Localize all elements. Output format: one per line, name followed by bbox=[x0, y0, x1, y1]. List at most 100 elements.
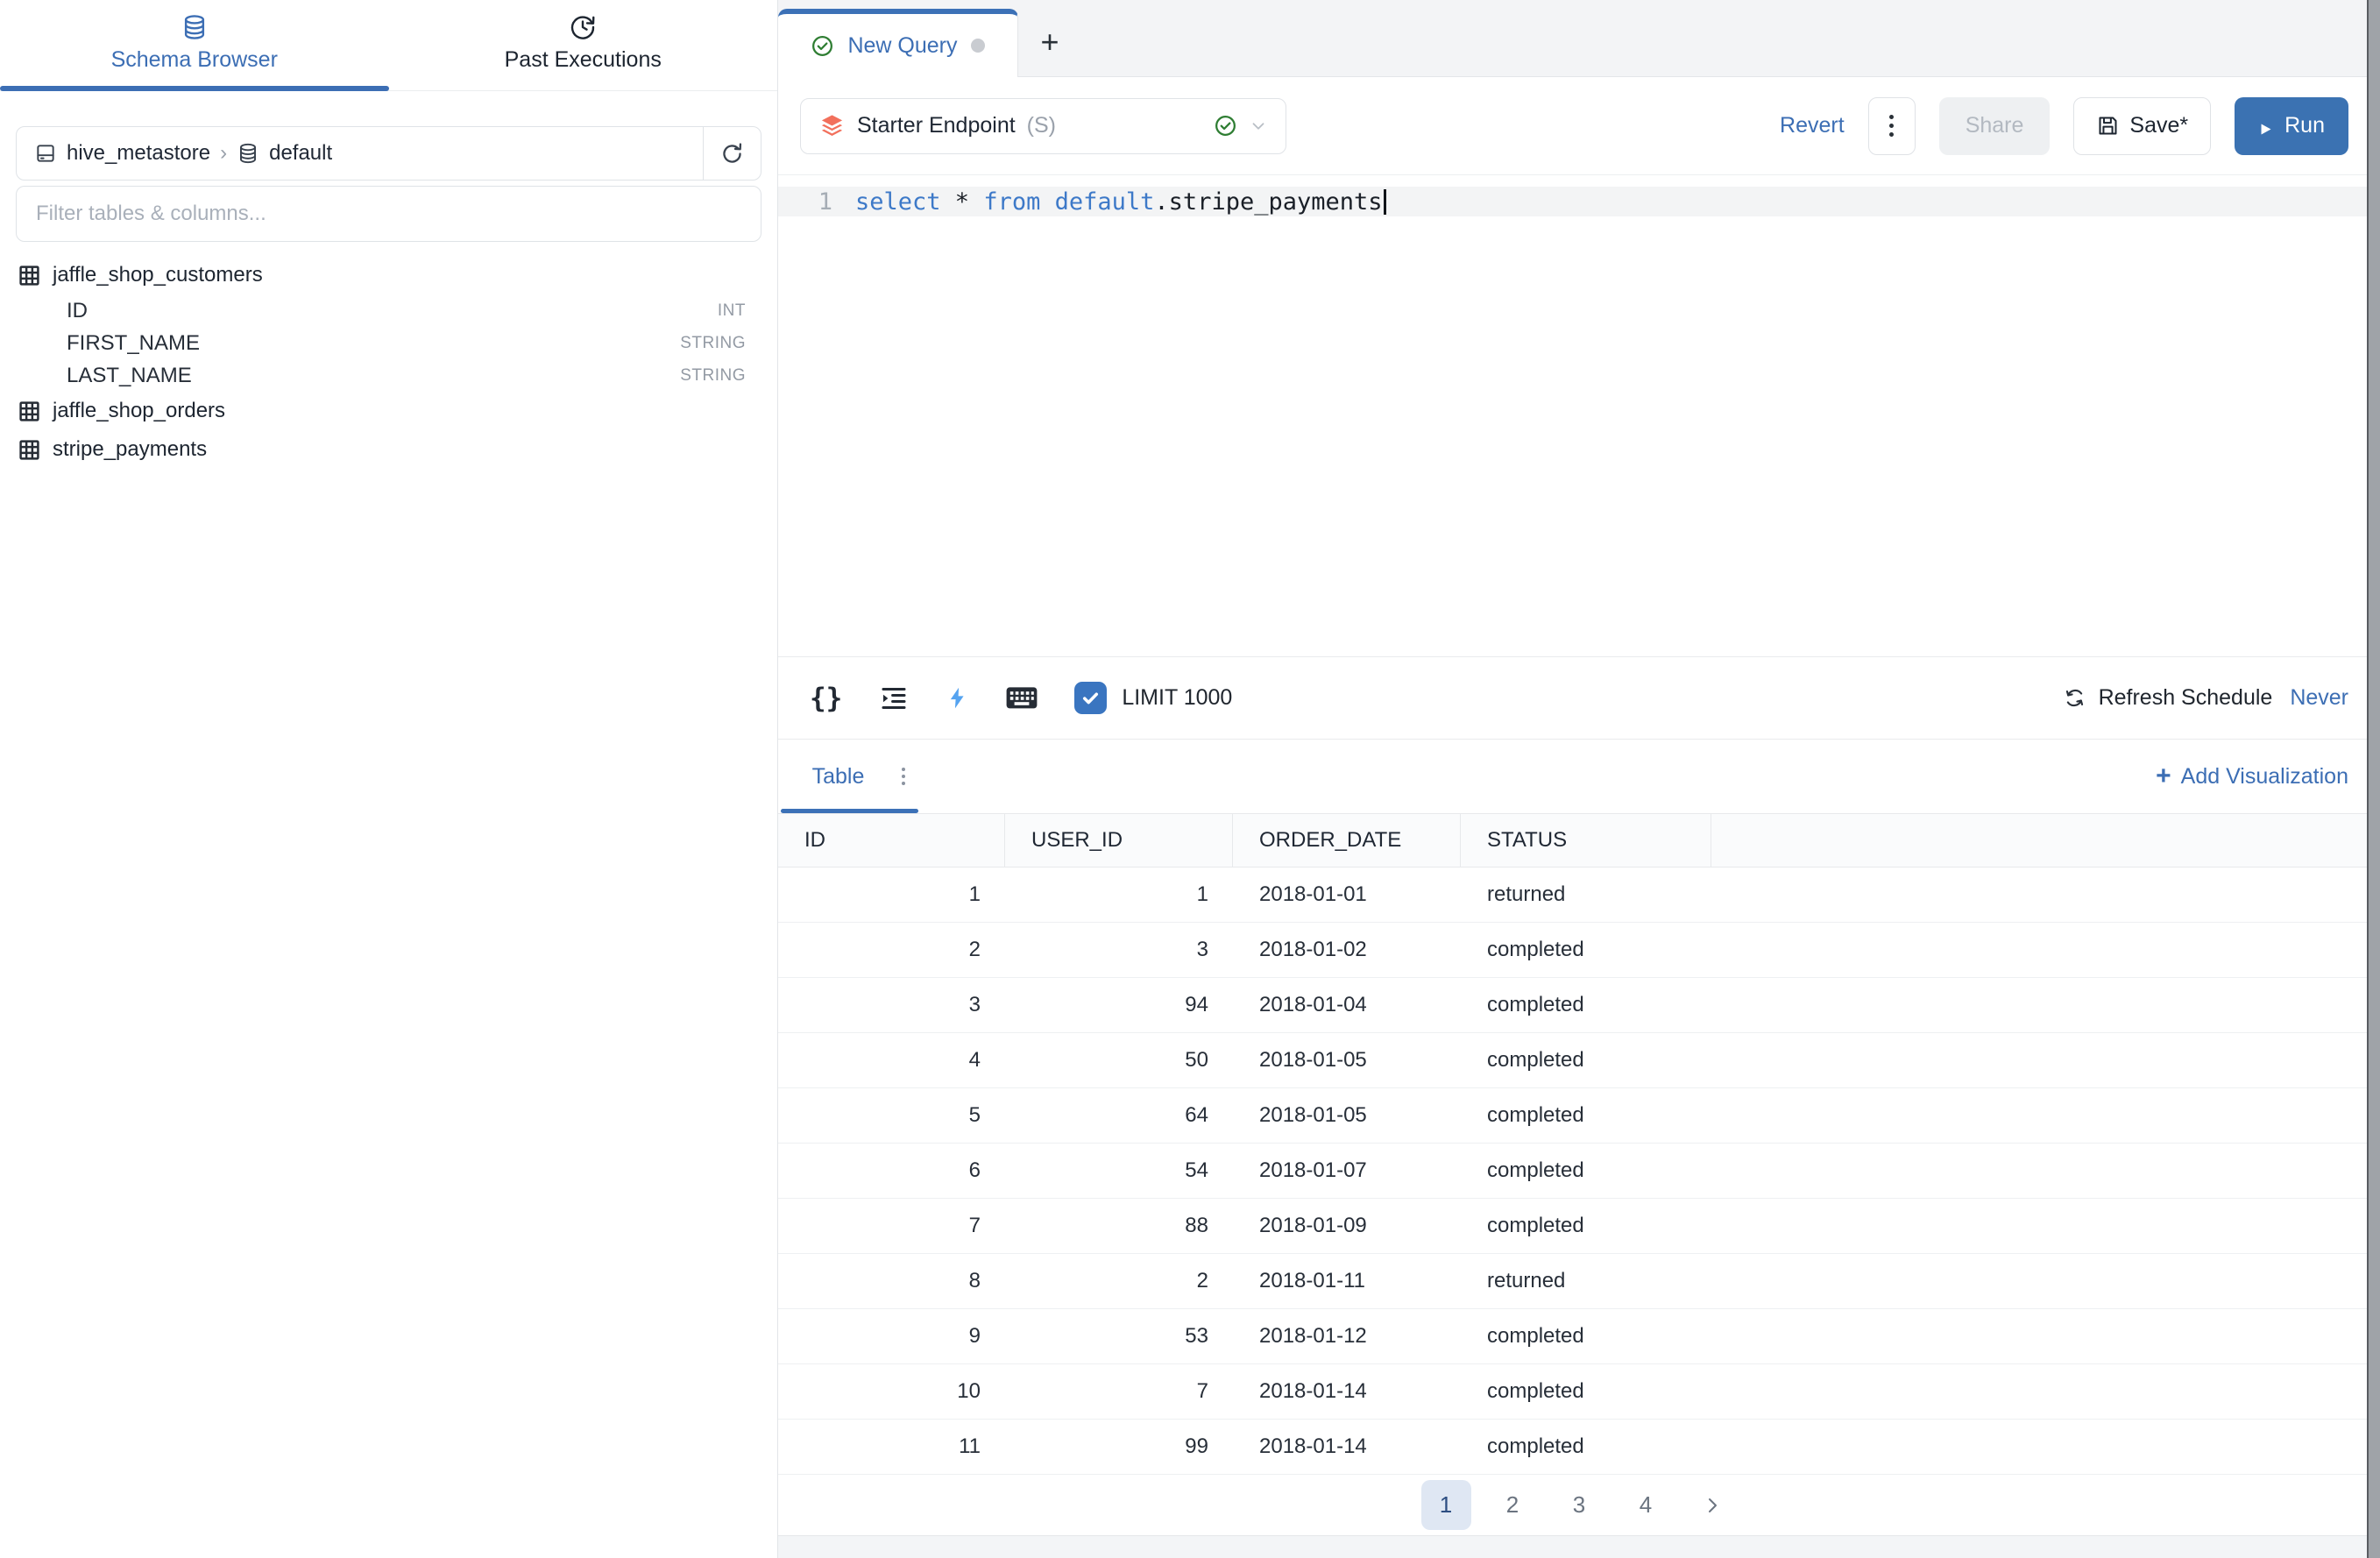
breadcrumb-catalog[interactable]: hive_metastore bbox=[67, 141, 210, 166]
autocomplete-lightning-icon[interactable] bbox=[946, 686, 969, 710]
sidebar-body: hive_metastore › default bbox=[0, 91, 777, 1558]
table-cell: 2 bbox=[778, 923, 1005, 977]
table-cell: 2018-01-05 bbox=[1233, 1033, 1461, 1087]
column-header[interactable]: ORDER_DATE bbox=[1233, 814, 1461, 867]
table-cell: 9 bbox=[778, 1309, 1005, 1363]
table-cell-filler bbox=[1711, 1199, 2380, 1253]
table-cell: returned bbox=[1461, 1254, 1711, 1308]
table-cell: 2018-01-09 bbox=[1233, 1199, 1461, 1253]
next-page-button[interactable] bbox=[1688, 1480, 1738, 1530]
sql-editor[interactable]: 1 select * from default.stripe_payments bbox=[778, 175, 2380, 656]
toolbar-actions: Revert Share Save* bbox=[1780, 97, 2348, 155]
run-button[interactable]: Run bbox=[2235, 97, 2348, 155]
vertical-scrollbar[interactable] bbox=[2367, 0, 2380, 1558]
format-query-icon[interactable]: {} bbox=[810, 683, 842, 714]
add-visualization-label: Add Visualization bbox=[2181, 764, 2348, 790]
table-row: 6542018-01-07completed bbox=[778, 1144, 2380, 1199]
table-row: 112018-01-01returned bbox=[778, 868, 2380, 923]
table-row: 11992018-01-14completed bbox=[778, 1420, 2380, 1475]
page-button[interactable]: 4 bbox=[1621, 1480, 1671, 1530]
table-cell: 2018-01-14 bbox=[1233, 1420, 1461, 1474]
schema-column-row[interactable]: LAST_NAMESTRING bbox=[16, 359, 761, 392]
table-row: 4502018-01-05completed bbox=[778, 1033, 2380, 1088]
breadcrumb-schema[interactable]: default bbox=[269, 141, 332, 166]
table-cell: 2018-01-11 bbox=[1233, 1254, 1461, 1308]
column-type: STRING bbox=[680, 334, 746, 353]
breadcrumb[interactable]: hive_metastore › default bbox=[17, 127, 703, 180]
table-grid-icon bbox=[18, 400, 41, 423]
sql-active-line[interactable]: 1 select * from default.stripe_payments bbox=[778, 187, 2380, 216]
chevron-down-icon bbox=[1249, 117, 1268, 136]
query-tab-new-query[interactable]: New Query bbox=[778, 9, 1018, 77]
table-cell: 6 bbox=[778, 1144, 1005, 1198]
tab-schema-browser[interactable]: Schema Browser bbox=[0, 0, 389, 90]
table-cell: 1 bbox=[778, 868, 1005, 922]
refresh-schema-button[interactable] bbox=[703, 127, 761, 180]
endpoint-layers-icon bbox=[818, 112, 846, 139]
column-header-filler bbox=[1711, 814, 2380, 867]
new-tab-button[interactable]: + bbox=[1018, 8, 1081, 76]
more-actions-button[interactable] bbox=[1868, 97, 1916, 155]
visualization-options-icon[interactable] bbox=[902, 768, 905, 785]
add-visualization-button[interactable]: + Add Visualization bbox=[2156, 763, 2348, 790]
plus-icon: + bbox=[2156, 763, 2171, 790]
table-cell-filler bbox=[1711, 1364, 2380, 1419]
table-cell: 2018-01-01 bbox=[1233, 868, 1461, 922]
table-name: jaffle_shop_customers bbox=[53, 263, 263, 287]
table-grid-icon bbox=[18, 264, 41, 287]
keyboard-shortcuts-icon[interactable] bbox=[1006, 685, 1038, 712]
endpoint-size: (S) bbox=[1027, 113, 1056, 138]
table-cell: 2 bbox=[1005, 1254, 1233, 1308]
table-cell: 2018-01-02 bbox=[1233, 923, 1461, 977]
table-cell: completed bbox=[1461, 1144, 1711, 1198]
column-header[interactable]: ID bbox=[778, 814, 1005, 867]
table-cell-filler bbox=[1711, 1033, 2380, 1087]
tab-past-executions[interactable]: Past Executions bbox=[389, 0, 778, 90]
table-cell-filler bbox=[1711, 1309, 2380, 1363]
table-cell-filler bbox=[1711, 1254, 2380, 1308]
page-button[interactable]: 1 bbox=[1421, 1480, 1471, 1530]
schema-table-row[interactable]: jaffle_shop_customers bbox=[16, 256, 761, 294]
table-cell-filler bbox=[1711, 1144, 2380, 1198]
table-cell: completed bbox=[1461, 1309, 1711, 1363]
revert-button[interactable]: Revert bbox=[1780, 113, 1845, 138]
table-cell: 88 bbox=[1005, 1199, 1233, 1253]
limit-checkbox[interactable] bbox=[1074, 682, 1107, 714]
table-cell-filler bbox=[1711, 1088, 2380, 1143]
table-cell: 11 bbox=[778, 1420, 1005, 1474]
schema-table-row[interactable]: stripe_payments bbox=[16, 430, 761, 469]
endpoint-selector[interactable]: Starter Endpoint (S) bbox=[800, 98, 1286, 154]
save-button-label: Save* bbox=[2129, 113, 2188, 138]
schema-column-row[interactable]: FIRST_NAMESTRING bbox=[16, 327, 761, 359]
unsaved-indicator-dot bbox=[971, 39, 985, 53]
sql-token: * bbox=[941, 188, 984, 216]
table-cell-filler bbox=[1711, 978, 2380, 1032]
sql-token: .stripe_payments bbox=[1154, 188, 1382, 216]
schema-table-row[interactable]: jaffle_shop_orders bbox=[16, 392, 761, 430]
pagination: 1234 bbox=[778, 1475, 2380, 1535]
table-cell-filler bbox=[1711, 923, 2380, 977]
save-button[interactable]: Save* bbox=[2073, 97, 2211, 155]
endpoint-name: Starter Endpoint bbox=[857, 113, 1016, 138]
results-tab-table[interactable]: Table bbox=[778, 740, 921, 813]
column-header[interactable]: USER_ID bbox=[1005, 814, 1233, 867]
table-cell: completed bbox=[1461, 1199, 1711, 1253]
refresh-icon bbox=[719, 141, 745, 166]
catalog-icon bbox=[34, 142, 57, 165]
page-button[interactable]: 3 bbox=[1555, 1480, 1604, 1530]
share-button[interactable]: Share bbox=[1939, 97, 2051, 155]
sql-token: from bbox=[983, 188, 1040, 216]
table-cell: completed bbox=[1461, 1033, 1711, 1087]
table-cell: 54 bbox=[1005, 1144, 1233, 1198]
results-tab-label: Table bbox=[812, 764, 865, 790]
filter-tables-input[interactable] bbox=[16, 186, 761, 242]
schema-column-row[interactable]: IDINT bbox=[16, 294, 761, 327]
indent-icon[interactable] bbox=[879, 683, 909, 713]
refresh-schedule-group: Refresh Schedule Never bbox=[2063, 685, 2348, 711]
table-cell: 2018-01-14 bbox=[1233, 1364, 1461, 1419]
table-row: 232018-01-02completed bbox=[778, 923, 2380, 978]
page-button[interactable]: 2 bbox=[1488, 1480, 1538, 1530]
refresh-schedule-value[interactable]: Never bbox=[2290, 685, 2348, 711]
editor-footer-toolbar: {} bbox=[778, 656, 2380, 740]
column-header[interactable]: STATUS bbox=[1461, 814, 1711, 867]
